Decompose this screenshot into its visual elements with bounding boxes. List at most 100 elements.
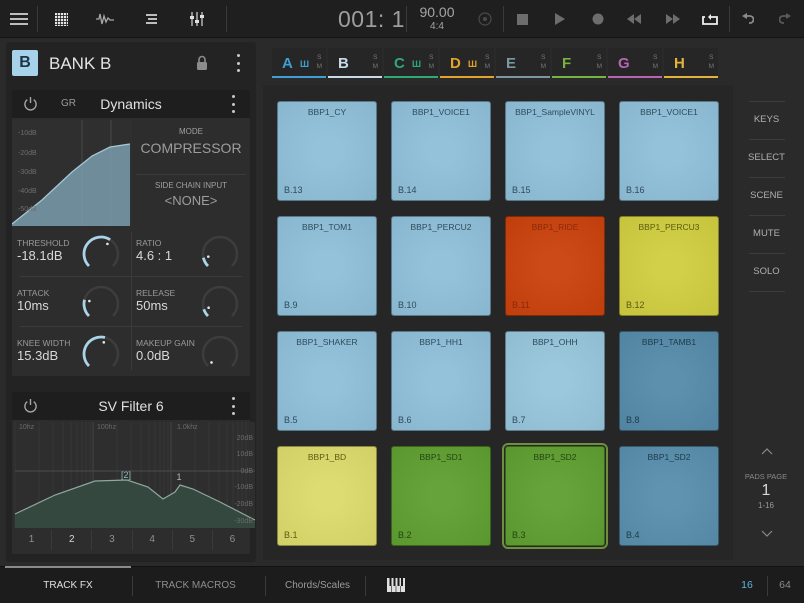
knob[interactable]	[200, 334, 240, 374]
fast-forward-icon[interactable]	[663, 9, 683, 29]
rewind-icon[interactable]	[624, 9, 644, 29]
metronome-icon[interactable]	[475, 9, 495, 29]
stop-icon[interactable]	[512, 9, 532, 29]
mode-mute[interactable]: MUTE	[739, 228, 794, 239]
pad-b-7[interactable]: BBP1_OHH B.7	[505, 331, 605, 431]
track-f[interactable]: F SM	[552, 48, 606, 78]
pad-number: B.15	[512, 185, 531, 195]
knob[interactable]	[81, 284, 121, 324]
tab-track-macros[interactable]: TRACK MACROS	[133, 567, 258, 603]
mixer-sliders-icon[interactable]	[187, 9, 207, 29]
pad-b-4[interactable]: BBP1_SD2 B.4	[619, 446, 719, 546]
record-icon[interactable]	[588, 9, 608, 29]
tempo-display[interactable]: 90.00 4:4	[412, 4, 462, 32]
mode-solo[interactable]: SOLO	[739, 266, 794, 277]
dynamics-menu-button[interactable]	[230, 95, 236, 113]
mode-select[interactable]: SELECT	[739, 152, 794, 163]
list-icon[interactable]	[142, 9, 162, 29]
pad-number: B.9	[284, 300, 298, 310]
hamburger-menu-icon[interactable]	[9, 9, 29, 29]
filter-band-1[interactable]: 1	[12, 530, 51, 550]
pad-b-1[interactable]: BBP1_BD B.1	[277, 446, 377, 546]
undo-icon[interactable]	[738, 9, 758, 29]
filter-band-6[interactable]: 6	[211, 530, 252, 550]
filter-band-5[interactable]: 5	[171, 530, 212, 550]
mode-value[interactable]: COMPRESSOR	[136, 140, 246, 156]
track-e[interactable]: E SM	[496, 48, 550, 78]
graph-label: -10dB	[18, 130, 37, 137]
pad-b-10[interactable]: BBP1_PERCU2 B.10	[391, 216, 491, 316]
pad-b-12[interactable]: BBP1_PERCU3 B.12	[619, 216, 719, 316]
mute-button[interactable]: M	[317, 62, 322, 71]
solo-button[interactable]: S	[709, 53, 714, 62]
track-b[interactable]: B SM	[328, 48, 382, 78]
pad-b-3[interactable]: BBP1_SD2 B.3	[502, 443, 608, 549]
filter-menu-button[interactable]	[230, 397, 236, 415]
mode-label: MODE	[179, 127, 203, 136]
mute-button[interactable]: M	[653, 62, 658, 71]
param-knee-width: KNEE WIDTH 15.3dB	[12, 332, 127, 380]
mode-keys[interactable]: KEYS	[739, 114, 794, 125]
chevron-up-icon[interactable]	[761, 448, 773, 455]
mute-button[interactable]: M	[485, 62, 490, 71]
solo-button[interactable]: S	[373, 53, 378, 62]
pad-b-16[interactable]: BBP1_VOICE1 B.16	[619, 101, 719, 201]
pad-b-14[interactable]: BBP1_VOICE1 B.14	[391, 101, 491, 201]
filter-band-2[interactable]: 2	[51, 530, 91, 550]
pad-b-5[interactable]: BBP1_SHAKER B.5	[277, 331, 377, 431]
waveform-icon[interactable]	[95, 9, 115, 29]
track-d[interactable]: DШSM	[440, 48, 494, 78]
mute-button[interactable]: M	[429, 62, 434, 71]
solo-button[interactable]: S	[485, 53, 490, 62]
knob[interactable]	[200, 284, 240, 324]
piano-keys-icon[interactable]	[387, 578, 405, 592]
track-g[interactable]: G SM	[608, 48, 662, 78]
solo-button[interactable]: S	[317, 53, 322, 62]
divider	[365, 576, 366, 596]
grid-icon[interactable]	[51, 9, 71, 29]
tab-track-fx[interactable]: TRACK FX	[5, 567, 131, 603]
filter-node-1[interactable]: 1	[176, 472, 181, 482]
bank-letter-badge[interactable]: B	[12, 50, 38, 76]
compressor-graph[interactable]: -10dB -20dB -30dB -40dB -50dB	[12, 120, 132, 226]
filter-response-graph[interactable]: 10hz 100hz 1.0khz 20dB 10dB 0dB -10dB -2…	[12, 422, 258, 528]
pad-b-2[interactable]: BBP1_SD1 B.2	[391, 446, 491, 546]
bank-menu-button[interactable]	[235, 54, 241, 72]
redo-icon[interactable]	[775, 9, 795, 29]
pad-b-9[interactable]: BBP1_TOM1 B.9	[277, 216, 377, 316]
pad-b-6[interactable]: BBP1_HH1 B.6	[391, 331, 491, 431]
lock-icon[interactable]	[196, 55, 208, 70]
steps-16-button[interactable]: 16	[735, 567, 759, 603]
track-h[interactable]: H SM	[664, 48, 718, 78]
mute-button[interactable]: M	[597, 62, 602, 71]
pad-b-11[interactable]: BBP1_RIDE B.11	[505, 216, 605, 316]
mute-button[interactable]: M	[709, 62, 714, 71]
play-icon[interactable]	[550, 9, 570, 29]
steps-64-button[interactable]: 64	[773, 567, 797, 603]
chevron-down-icon[interactable]	[761, 530, 773, 537]
param-label: RATIO	[136, 238, 162, 248]
filter-node-2[interactable]: [2]	[121, 470, 131, 480]
song-position[interactable]: 001: 1	[338, 6, 405, 33]
solo-button[interactable]: S	[653, 53, 658, 62]
track-a[interactable]: AШSM	[272, 48, 326, 78]
sidechain-value[interactable]: <NONE>	[136, 193, 246, 208]
solo-button[interactable]: S	[541, 53, 546, 62]
knob[interactable]	[200, 234, 240, 274]
loop-icon[interactable]	[700, 9, 720, 29]
mode-scene[interactable]: SCENE	[739, 190, 794, 201]
pad-b-13[interactable]: BBP1_CY B.13	[277, 101, 377, 201]
track-c[interactable]: CШSM	[384, 48, 438, 78]
mute-button[interactable]: M	[541, 62, 546, 71]
filter-band-selector: 123456	[12, 530, 252, 550]
tab-chords-scales[interactable]: Chords/Scales	[270, 567, 365, 603]
filter-band-3[interactable]: 3	[91, 530, 131, 550]
pad-b-15[interactable]: BBP1_SampleVINYL B.15	[505, 101, 605, 201]
knob[interactable]	[81, 334, 121, 374]
pad-b-8[interactable]: BBP1_TAMB1 B.8	[619, 331, 719, 431]
knob[interactable]	[81, 234, 121, 274]
solo-button[interactable]: S	[429, 53, 434, 62]
solo-button[interactable]: S	[597, 53, 602, 62]
mute-button[interactable]: M	[373, 62, 378, 71]
filter-band-4[interactable]: 4	[131, 530, 172, 550]
